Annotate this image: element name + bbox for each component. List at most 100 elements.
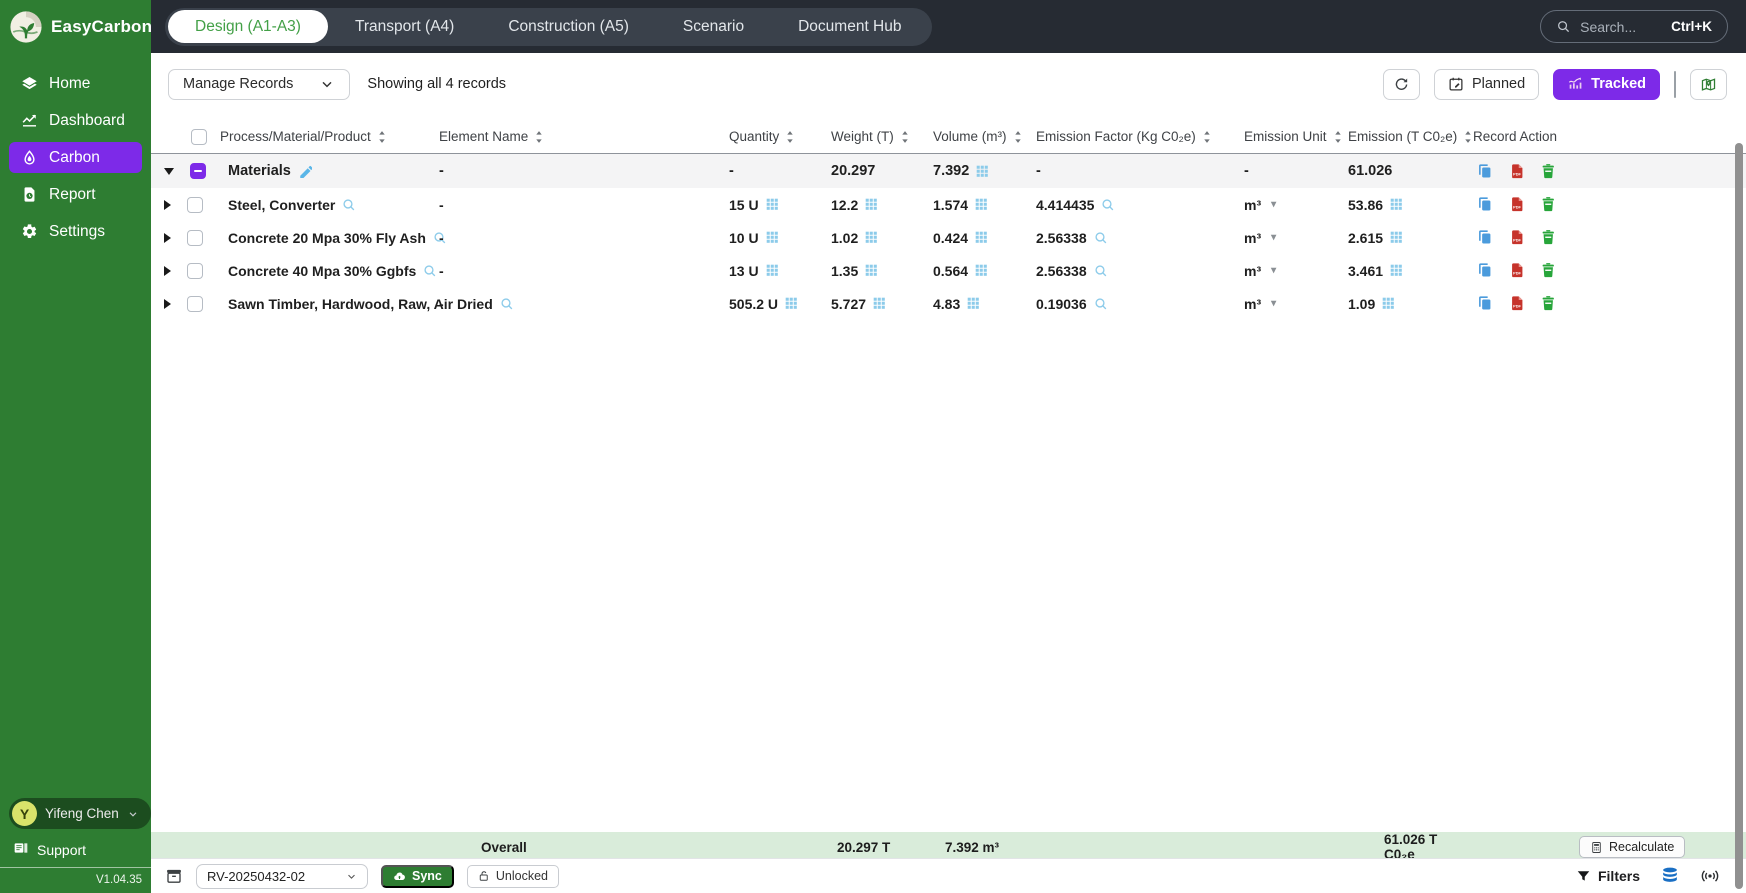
delete-icon[interactable] — [1540, 229, 1557, 246]
row-checkbox[interactable] — [187, 295, 203, 312]
manage-records-dropdown[interactable]: Manage Records — [168, 68, 351, 100]
column-header-emission-factor-kg-c0-e[interactable]: Emission Factor (Kg C0₂e) — [1030, 129, 1238, 144]
edit-icon[interactable] — [298, 164, 313, 179]
tab-design-a1-a3[interactable]: Design (A1-A3) — [168, 10, 328, 43]
collapse-caret-icon[interactable] — [164, 167, 174, 175]
column-header-quantity[interactable]: Quantity — [723, 129, 825, 144]
table-row[interactable]: Materials - -20.297 7.392- -61.026 PDF — [151, 154, 1746, 188]
lock-toggle-button[interactable]: Unlocked — [466, 864, 560, 888]
grid-icon[interactable] — [1390, 264, 1403, 277]
select-all-checkbox[interactable] — [191, 128, 207, 145]
delete-icon[interactable] — [1540, 295, 1557, 312]
grid-icon[interactable] — [1390, 231, 1403, 244]
sync-button[interactable]: Sync — [381, 864, 454, 888]
search-lookup-icon[interactable] — [1101, 198, 1115, 212]
sidebar-item-home[interactable]: Home — [9, 68, 142, 99]
search-lookup-icon[interactable] — [1094, 264, 1108, 278]
copy-icon[interactable] — [1477, 196, 1494, 213]
row-checkbox[interactable] — [187, 262, 203, 279]
sort-icon[interactable] — [785, 130, 795, 144]
grid-icon[interactable] — [873, 297, 886, 310]
column-header-emission-t-c0-e[interactable]: Emission (T C0₂e) — [1342, 129, 1471, 144]
grid-icon[interactable] — [766, 231, 779, 244]
grid-icon[interactable] — [975, 264, 988, 277]
expand-caret-icon[interactable] — [164, 298, 171, 309]
chevron-down-icon[interactable]: ▾ — [1271, 265, 1276, 276]
copy-icon[interactable] — [1477, 229, 1494, 246]
grid-icon[interactable] — [975, 231, 988, 244]
delete-icon[interactable] — [1540, 196, 1557, 213]
global-search[interactable]: Ctrl+K — [1540, 10, 1728, 43]
database-icon[interactable] — [1660, 866, 1680, 886]
grid-icon[interactable] — [865, 198, 878, 211]
copy-icon[interactable] — [1477, 295, 1494, 312]
user-menu[interactable]: Y Yifeng Chen — [9, 798, 151, 829]
row-checkbox[interactable] — [187, 229, 203, 246]
pdf-export-icon[interactable]: PDF — [1509, 262, 1526, 279]
table-row[interactable]: Sawn Timber, Hardwood, Raw, Air Dried -50… — [151, 287, 1746, 320]
search-lookup-icon[interactable] — [342, 198, 356, 212]
table-row[interactable]: Concrete 40 Mpa 30% Ggbfs -13 U 1.35 0.564 2… — [151, 254, 1746, 287]
pdf-export-icon[interactable]: PDF — [1509, 295, 1526, 312]
sidebar-item-settings[interactable]: Settings — [9, 216, 142, 247]
chevron-down-icon[interactable]: ▾ — [1271, 298, 1276, 309]
sort-icon[interactable] — [900, 130, 910, 144]
tab-transport-a4[interactable]: Transport (A4) — [328, 10, 481, 43]
grid-icon[interactable] — [865, 264, 878, 277]
search-lookup-icon[interactable] — [1094, 297, 1108, 311]
sort-icon[interactable] — [377, 130, 387, 144]
column-header-process-material-product[interactable]: Process/Material/Product — [216, 129, 433, 144]
table-row[interactable]: Steel, Converter -15 U 12.2 1.574 4.414435 m³… — [151, 188, 1746, 221]
expand-caret-icon[interactable] — [164, 265, 171, 276]
refresh-button[interactable] — [1382, 68, 1420, 100]
copy-icon[interactable] — [1477, 262, 1494, 279]
column-header-weight-t[interactable]: Weight (T) — [825, 129, 927, 144]
pdf-export-icon[interactable]: PDF — [1509, 229, 1526, 246]
column-header-emission-unit[interactable]: Emission Unit — [1238, 129, 1342, 144]
support-link[interactable]: Support — [13, 840, 142, 859]
grid-icon[interactable] — [1382, 297, 1395, 310]
vertical-scrollbar[interactable] — [1735, 143, 1743, 889]
sort-icon[interactable] — [534, 130, 544, 144]
grid-icon[interactable] — [785, 297, 798, 310]
tab-document-hub[interactable]: Document Hub — [771, 10, 928, 43]
grid-icon[interactable] — [766, 264, 779, 277]
grid-icon[interactable] — [975, 198, 988, 211]
grid-icon[interactable] — [976, 165, 989, 178]
sort-icon[interactable] — [1202, 130, 1212, 144]
planned-toggle-button[interactable]: Planned — [1433, 68, 1540, 100]
grid-icon[interactable] — [967, 297, 980, 310]
copy-icon[interactable] — [1477, 163, 1494, 180]
sidebar-item-carbon[interactable]: Carbon — [9, 142, 142, 173]
sidebar-item-report[interactable]: Report — [9, 179, 142, 210]
archive-icon[interactable] — [165, 867, 183, 885]
row-checkbox[interactable] — [187, 196, 203, 213]
tab-scenario[interactable]: Scenario — [656, 10, 771, 43]
chevron-down-icon[interactable]: ▾ — [1271, 232, 1276, 243]
column-header-element-name[interactable]: Element Name — [433, 129, 723, 144]
map-view-button[interactable] — [1690, 68, 1727, 100]
recalculate-button[interactable]: Recalculate — [1579, 836, 1686, 858]
sidebar-item-dashboard[interactable]: Dashboard — [9, 105, 142, 136]
sort-icon[interactable] — [1013, 130, 1023, 144]
grid-icon[interactable] — [766, 198, 779, 211]
row-checkbox-indeterminate[interactable] — [190, 163, 206, 179]
grid-icon[interactable] — [1390, 198, 1403, 211]
delete-icon[interactable] — [1540, 163, 1557, 180]
revision-select[interactable]: RV-20250432-02 — [196, 863, 368, 889]
pdf-export-icon[interactable]: PDF — [1509, 196, 1526, 213]
search-input[interactable] — [1580, 18, 1663, 35]
expand-caret-icon[interactable] — [164, 232, 171, 243]
tab-construction-a5[interactable]: Construction (A5) — [481, 10, 656, 43]
pdf-export-icon[interactable]: PDF — [1509, 163, 1526, 180]
filters-button[interactable]: Filters — [1576, 868, 1640, 884]
tracked-toggle-button[interactable]: Tracked — [1553, 68, 1660, 100]
broadcast-icon[interactable] — [1700, 866, 1720, 886]
column-header-record-action[interactable]: Record Action — [1467, 129, 1746, 144]
delete-icon[interactable] — [1540, 262, 1557, 279]
chevron-down-icon[interactable]: ▾ — [1271, 199, 1276, 210]
column-header-volume-m[interactable]: Volume (m³) — [927, 129, 1030, 144]
expand-caret-icon[interactable] — [164, 199, 171, 210]
grid-icon[interactable] — [865, 231, 878, 244]
table-row[interactable]: Concrete 20 Mpa 30% Fly Ash -10 U 1.02 0.42… — [151, 221, 1746, 254]
